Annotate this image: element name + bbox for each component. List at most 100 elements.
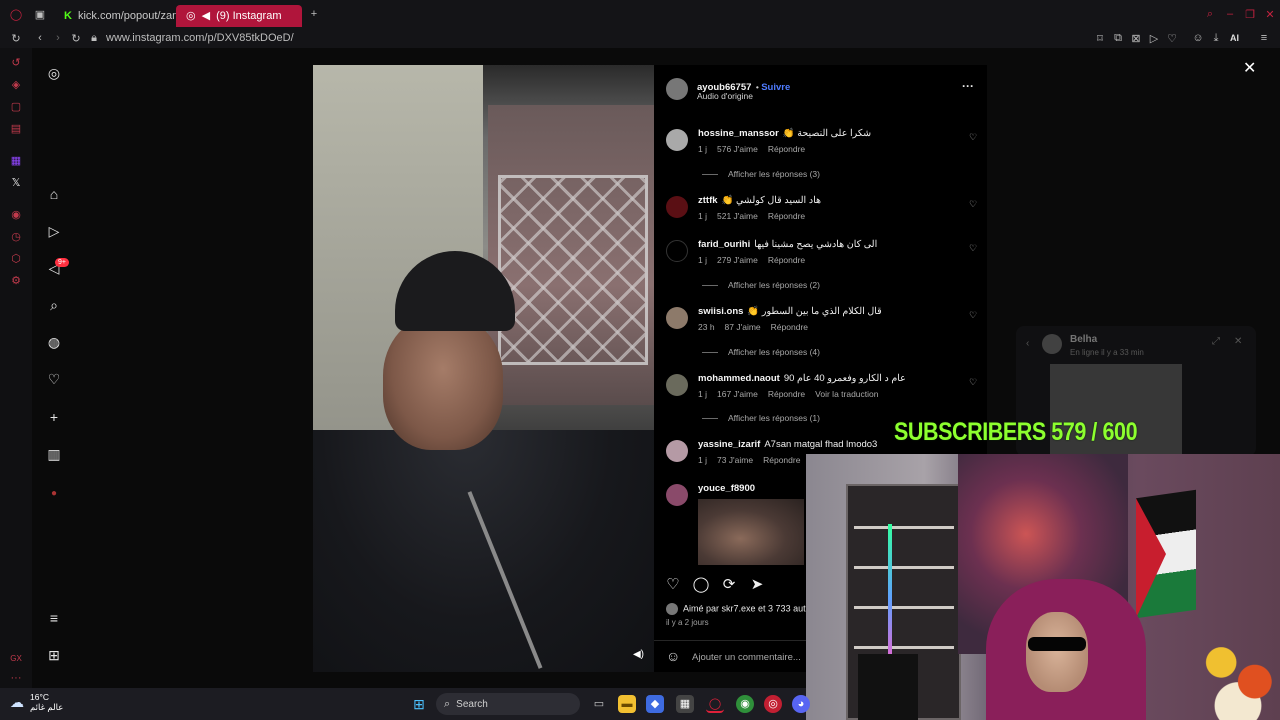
- ai-button[interactable]: AI: [1230, 33, 1239, 43]
- refresh-icon[interactable]: ↻: [68, 30, 84, 46]
- close-post-icon[interactable]: ✕: [1243, 58, 1256, 78]
- comment-likes[interactable]: 87 J'aime: [725, 322, 761, 332]
- audio-label[interactable]: Audio d'origine: [697, 91, 753, 101]
- weather-widget[interactable]: ☁ 16°C عالم غائم: [10, 692, 63, 712]
- commenter-avatar[interactable]: [666, 374, 688, 396]
- maximize-icon[interactable]: ❐: [1242, 6, 1258, 22]
- reload-icon[interactable]: ↻: [8, 30, 24, 46]
- home-icon[interactable]: ⌂: [45, 185, 63, 203]
- windows-start-icon[interactable]: ⊞: [410, 695, 428, 713]
- profile-icon[interactable]: ☺: [1190, 30, 1206, 46]
- liker-avatar[interactable]: [666, 603, 678, 615]
- play-icon[interactable]: ▷: [1146, 30, 1162, 46]
- commenter-avatar[interactable]: [666, 440, 688, 462]
- gx-corner-icon[interactable]: ◈: [8, 76, 24, 92]
- comment-username[interactable]: hossine_manssor: [698, 128, 779, 139]
- create-icon[interactable]: +: [45, 408, 63, 426]
- comment-username[interactable]: swiisi.ons: [698, 306, 743, 317]
- tab-search-icon[interactable]: ⌕: [1202, 6, 1218, 22]
- comment-likes[interactable]: 576 J'aime: [717, 144, 758, 154]
- reels-icon[interactable]: ▷: [45, 222, 63, 240]
- more-menu-icon[interactable]: ≡: [45, 609, 63, 627]
- dm-back-icon[interactable]: ‹: [1026, 338, 1029, 349]
- comment-username[interactable]: farid_ourihi: [698, 239, 750, 250]
- forward-icon[interactable]: ›: [50, 30, 66, 46]
- close-window-icon[interactable]: ✕: [1262, 6, 1278, 22]
- record-icon[interactable]: ◉: [8, 206, 24, 222]
- twitch-icon[interactable]: ▦: [8, 152, 24, 168]
- reply-button[interactable]: Répondre: [768, 255, 805, 265]
- instagram-logo-icon[interactable]: ◎: [45, 64, 63, 82]
- comment-like-icon[interactable]: ♡: [969, 243, 977, 254]
- history-sidebar-icon[interactable]: ↺: [8, 54, 24, 70]
- post-video[interactable]: ◀): [313, 65, 654, 672]
- show-replies-button[interactable]: Afficher les réponses (3): [702, 169, 820, 179]
- discord-icon[interactable]: ◕: [792, 695, 810, 713]
- file-explorer-icon[interactable]: ▬: [618, 695, 636, 713]
- author-avatar[interactable]: [666, 78, 688, 100]
- follow-button[interactable]: Suivre: [761, 82, 790, 93]
- more-options-icon[interactable]: ···: [962, 79, 974, 93]
- share-icon[interactable]: ➤: [748, 575, 766, 593]
- comment-icon[interactable]: ◯: [692, 575, 710, 593]
- comment-image[interactable]: [698, 499, 804, 565]
- messenger-icon[interactable]: ▢: [8, 98, 24, 114]
- comment-username[interactable]: zttfk: [698, 195, 718, 206]
- menu-icon[interactable]: ≡: [1256, 30, 1272, 46]
- profile-avatar-icon[interactable]: ●: [45, 484, 63, 502]
- comment-like-icon[interactable]: ♡: [969, 199, 977, 210]
- comment-likes[interactable]: 521 J'aime: [717, 211, 758, 221]
- workspaces-icon[interactable]: ▣: [32, 6, 48, 22]
- opera-logo-icon[interactable]: ◯: [8, 6, 24, 22]
- extensions-icon[interactable]: ⧉: [1110, 30, 1126, 46]
- comment-like-icon[interactable]: ♡: [969, 377, 977, 388]
- comment-likes[interactable]: 73 J'aime: [717, 455, 753, 465]
- show-replies-button[interactable]: Afficher les réponses (1): [702, 413, 820, 423]
- dm-close-icon[interactable]: ✕: [1234, 336, 1242, 347]
- shield-icon[interactable]: ⬡: [8, 250, 24, 266]
- new-tab-button[interactable]: +: [306, 6, 322, 22]
- explore-icon[interactable]: ◍: [45, 333, 63, 351]
- store-icon[interactable]: ▦: [676, 695, 694, 713]
- recorder-icon[interactable]: ◎: [764, 695, 782, 713]
- dm-expand-icon[interactable]: ⤢: [1212, 336, 1220, 347]
- back-icon[interactable]: ‹: [32, 30, 48, 46]
- snapshot-icon[interactable]: ⌑: [1092, 30, 1108, 46]
- notifications-heart-icon[interactable]: ♡: [45, 370, 63, 388]
- chrome-icon[interactable]: ◉: [736, 695, 754, 713]
- comment-username[interactable]: mohammed.naout: [698, 373, 780, 384]
- reply-button[interactable]: Répondre: [768, 144, 805, 154]
- dashboard-icon[interactable]: ▥: [45, 445, 63, 463]
- like-icon[interactable]: ♡: [664, 575, 682, 593]
- reply-button[interactable]: Répondre: [771, 322, 808, 332]
- emoji-icon[interactable]: ☺: [666, 648, 680, 664]
- player-icon[interactable]: ▤: [8, 120, 24, 136]
- show-replies-button[interactable]: Afficher les réponses (4): [702, 347, 820, 357]
- commenter-avatar[interactable]: [666, 196, 688, 218]
- comment-like-icon[interactable]: ♡: [969, 132, 977, 143]
- comment-username[interactable]: yassine_izarif: [698, 439, 760, 450]
- search-icon[interactable]: ⌕: [45, 296, 63, 314]
- more-sidebar-icon[interactable]: ···: [8, 670, 24, 686]
- comment-likes[interactable]: 279 J'aime: [717, 255, 758, 265]
- liked-by-text[interactable]: Aimé par skr7.exe et 3 733 aut: [683, 603, 806, 613]
- copilot-icon[interactable]: ◆: [646, 695, 664, 713]
- adblock-icon[interactable]: ⊠: [1128, 30, 1144, 46]
- volume-icon[interactable]: ◀): [633, 649, 644, 660]
- x-twitter-icon[interactable]: 𝕏: [8, 174, 24, 190]
- taskbar-search[interactable]: ⌕ Search: [436, 693, 580, 715]
- reply-button[interactable]: Répondre: [763, 455, 800, 465]
- reply-button[interactable]: Répondre: [768, 389, 805, 399]
- comment-likes[interactable]: 167 J'aime: [717, 389, 758, 399]
- commenter-avatar[interactable]: [666, 129, 688, 151]
- clock-icon[interactable]: ◷: [8, 228, 24, 244]
- comment-username[interactable]: youce_f8900: [698, 483, 755, 494]
- tab-instagram[interactable]: ◎ ◀ (9) Instagram: [176, 4, 302, 27]
- url-field[interactable]: www.instagram.com/p/DXV85tkDOeD/: [106, 32, 294, 44]
- minimize-icon[interactable]: –: [1222, 6, 1238, 22]
- comment-like-icon[interactable]: ♡: [969, 310, 977, 321]
- download-icon[interactable]: ⤓: [1208, 30, 1224, 46]
- favorites-icon[interactable]: ♡: [1164, 30, 1180, 46]
- commenter-avatar[interactable]: [666, 240, 688, 262]
- repost-icon[interactable]: ⟳: [720, 575, 738, 593]
